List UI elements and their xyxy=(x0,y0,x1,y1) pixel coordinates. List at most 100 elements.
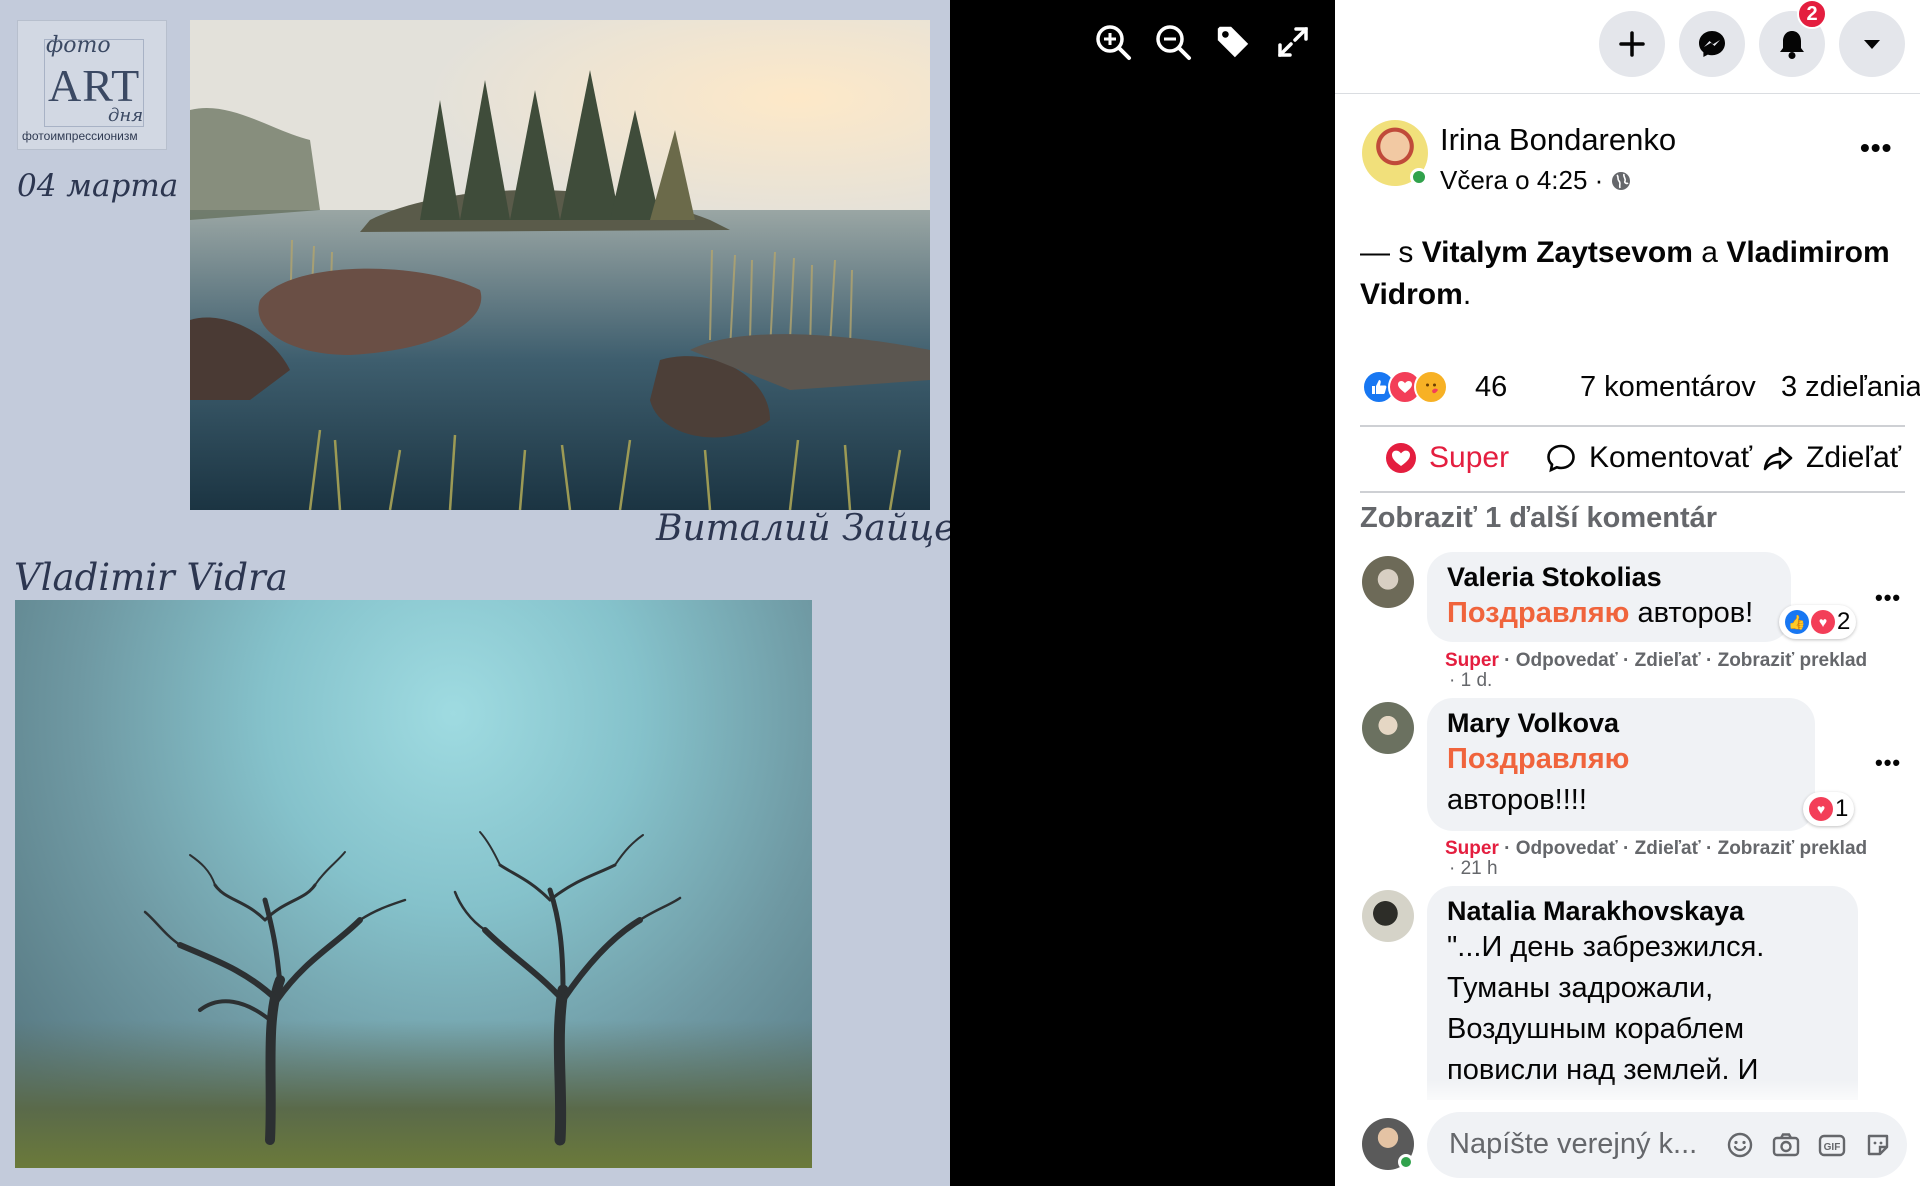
post-side-panel: 2 Irina Bondarenko Včera o 4:25 · ••• — … xyxy=(1335,0,1920,1186)
online-status-dot xyxy=(1410,168,1428,186)
camera-icon[interactable] xyxy=(1771,1128,1801,1162)
like-reaction-icon: 👍 xyxy=(1785,610,1809,634)
comment-translate-link[interactable]: Zobraziť preklad xyxy=(1718,838,1868,859)
misty-trees-art xyxy=(15,831,812,1168)
photo-viewer: фото ART дня фотоимпрессионизм 04 марта xyxy=(0,0,1335,1186)
lake-photo xyxy=(190,20,930,510)
comment-author[interactable]: Valeria Stokolias xyxy=(1447,562,1771,593)
tagged-user-vitaliy[interactable]: Vitalym Zaytsevom xyxy=(1422,236,1693,269)
bell-icon xyxy=(1780,31,1804,59)
comment-reply-link[interactable]: Odpovedať xyxy=(1516,650,1618,671)
messenger-icon xyxy=(1699,31,1725,57)
notifications-button[interactable]: 2 xyxy=(1759,0,1827,77)
comment-time[interactable]: · 21 h xyxy=(1449,858,1498,879)
comment-reply-link[interactable]: Odpovedať xyxy=(1516,838,1618,859)
photo-caption-vitaliy: Виталий Зайцев xyxy=(656,508,950,549)
comment-reaction-count: 2 xyxy=(1837,608,1851,635)
comment-options-icon[interactable]: ••• xyxy=(1875,750,1901,776)
comment-icon xyxy=(1547,444,1575,473)
comment-body: авторов! xyxy=(1637,597,1754,629)
notification-badge: 2 xyxy=(1797,0,1827,29)
logo-line-dnya: дня xyxy=(108,105,144,126)
comment-time[interactable]: · 1 d. xyxy=(1449,670,1492,691)
top-bar: 2 xyxy=(1335,0,1920,94)
reaction-icons[interactable] xyxy=(1362,370,1448,404)
reactions-summary: 46 7 komentárov 3 zdieľania xyxy=(1360,365,1920,411)
comment-input[interactable] xyxy=(1449,1128,1709,1161)
comment-avatar[interactable] xyxy=(1362,702,1414,754)
comment-options-icon[interactable]: ••• xyxy=(1875,585,1901,611)
globe-icon xyxy=(1612,171,1631,190)
photo-caption-vladimir: Vladimir Vidra xyxy=(14,556,288,599)
reaction-count[interactable]: 46 xyxy=(1475,371,1507,404)
caret-down-icon xyxy=(1864,40,1880,49)
messenger-button[interactable] xyxy=(1679,11,1745,77)
fullscreen-icon[interactable] xyxy=(1274,18,1312,66)
post-text: — s Vitalym Zaytsevom a Vladimirom Vidro… xyxy=(1360,232,1905,316)
share-button[interactable]: Zdieľať xyxy=(1762,441,1901,475)
comment-label: Komentovať xyxy=(1589,441,1753,474)
emoji-icon[interactable] xyxy=(1725,1128,1755,1162)
comment-reactions[interactable]: 👍 ♥ 2 xyxy=(1779,605,1857,639)
foto-art-logo: фото ART дня фотоимпрессионизм xyxy=(17,20,167,150)
poster-image: фото ART дня фотоимпрессионизм 04 марта xyxy=(0,0,950,1186)
comment-avatar[interactable] xyxy=(1362,556,1414,608)
post-text-suffix: . xyxy=(1462,278,1472,311)
comment-share-link[interactable]: Zdieľať xyxy=(1635,838,1701,859)
love-reaction-icon: ♥ xyxy=(1811,610,1835,634)
comment-actions: Super · Odpovedať · Zdieľať · Zobraziť p… xyxy=(1445,650,1868,671)
post-options-icon[interactable]: ••• xyxy=(1860,132,1892,164)
love-reaction-icon: ♥ xyxy=(1809,797,1833,821)
misty-trees-photo xyxy=(15,600,812,1168)
comment-button[interactable]: Komentovať xyxy=(1545,441,1752,475)
sticker-icon[interactable] xyxy=(1863,1128,1893,1162)
logo-subtitle: фотоимпрессионизм xyxy=(22,129,138,143)
comment-reactions[interactable]: ♥ 1 xyxy=(1803,792,1855,826)
tag-icon[interactable] xyxy=(1214,18,1252,66)
comment-line: "...И день забрезжился. xyxy=(1447,931,1765,963)
comment-bubble: Valeria Stokolias Поздравляю авторов! xyxy=(1427,552,1791,642)
zoom-in-icon[interactable] xyxy=(1094,18,1132,66)
comment-avatar[interactable] xyxy=(1362,890,1414,942)
super-label: Super xyxy=(1429,441,1510,474)
composer-icons: GIF xyxy=(1725,1128,1893,1162)
comment-text: Поздравляю авторов! xyxy=(1447,593,1771,634)
comment-author[interactable]: Mary Volkova xyxy=(1447,708,1795,739)
comment-highlight: Поздравляю xyxy=(1447,597,1630,629)
post-text-and: a xyxy=(1701,236,1718,269)
create-button[interactable] xyxy=(1599,11,1665,77)
comment-translate-link[interactable]: Zobraziť preklad xyxy=(1718,650,1868,671)
plus-icon xyxy=(1619,31,1645,57)
current-user-avatar[interactable] xyxy=(1362,1118,1414,1170)
account-menu-button[interactable] xyxy=(1839,11,1905,77)
svg-text:GIF: GIF xyxy=(1824,1142,1841,1153)
comment-text: Поздравляю авторов!!!! xyxy=(1447,739,1795,821)
zoom-out-icon[interactable] xyxy=(1154,18,1192,66)
gif-icon[interactable]: GIF xyxy=(1817,1128,1847,1162)
comment-super-link[interactable]: Super xyxy=(1445,650,1499,671)
comment-composer: GIF xyxy=(1427,1112,1907,1178)
heart-icon xyxy=(1386,443,1416,473)
comment-author[interactable]: Natalia Marakhovskaya xyxy=(1447,896,1838,927)
comment-actions: Super · Odpovedať · Zdieľať · Zobraziť p… xyxy=(1445,838,1868,859)
author-name[interactable]: Irina Bondarenko xyxy=(1440,122,1676,158)
post-timestamp: Včera o 4:25 · xyxy=(1440,165,1631,196)
comment-time-row: · 1 d. xyxy=(1449,670,1492,692)
post-actions: Super Komentovať Zdieľať xyxy=(1360,425,1905,493)
comment-highlight: Поздравляю xyxy=(1447,743,1630,775)
comment-super-link[interactable]: Super xyxy=(1445,838,1499,859)
lake-photo-art xyxy=(190,20,930,510)
super-reaction-button[interactable]: Super xyxy=(1385,441,1509,475)
author-avatar[interactable] xyxy=(1362,120,1428,186)
comment-body: авторов!!!! xyxy=(1447,784,1587,816)
share-label: Zdieľať xyxy=(1806,441,1902,474)
view-more-comments-link[interactable]: Zobraziť 1 ďalší komentár xyxy=(1360,502,1717,535)
comments-count[interactable]: 7 komentárov xyxy=(1580,371,1756,404)
care-reaction-icon xyxy=(1414,370,1448,404)
shares-count[interactable]: 3 zdieľania xyxy=(1781,371,1920,404)
logo-line-foto: фото xyxy=(46,33,111,58)
post-time-text[interactable]: Včera o 4:25 · xyxy=(1440,165,1603,196)
comment-time-row: · 21 h xyxy=(1449,858,1498,880)
comment-share-link[interactable]: Zdieľať xyxy=(1635,650,1701,671)
post-text-prefix: — s xyxy=(1360,236,1414,269)
